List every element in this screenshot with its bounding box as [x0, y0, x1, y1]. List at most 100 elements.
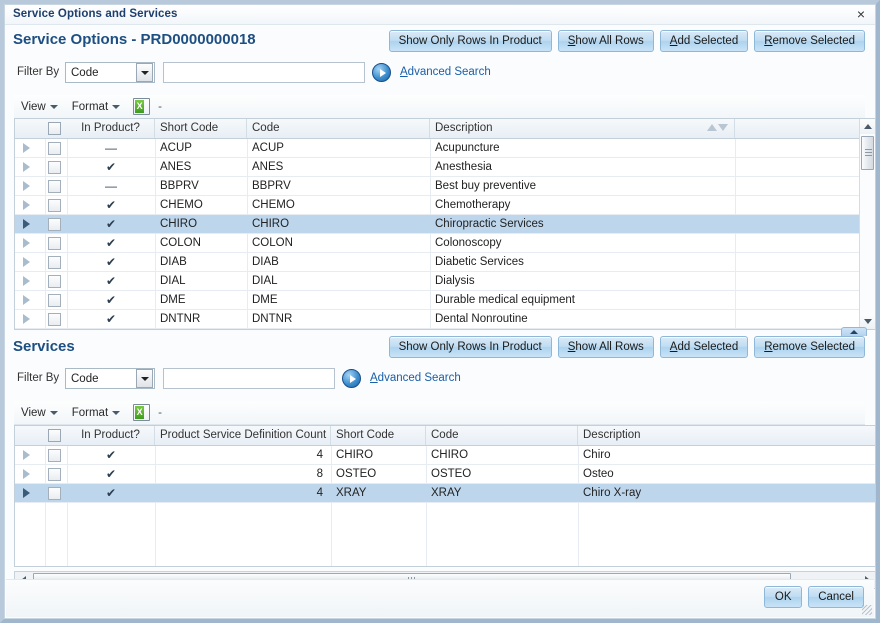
filter-search-input[interactable] — [163, 62, 365, 83]
cell-code: CHEMO — [252, 199, 295, 211]
row-expand-icon[interactable] — [23, 314, 30, 324]
row-expand-icon[interactable] — [23, 276, 30, 286]
select-all-checkbox[interactable] — [48, 122, 61, 135]
panel-collapse-toggle[interactable] — [841, 327, 867, 336]
table-row[interactable]: ✔ 4 XRAY XRAY Chiro X-ray — [15, 484, 875, 503]
table-row[interactable]: ✔ DIAL DIAL Dialysis — [15, 272, 875, 291]
row-select-checkbox[interactable] — [48, 468, 61, 481]
filter-by-select[interactable]: Code — [65, 368, 155, 389]
table-row[interactable]: ✔ CHIRO CHIRO Chiropractic Services — [15, 215, 875, 234]
cell-short-code: ANES — [160, 161, 192, 173]
column-header-description[interactable]: Description — [578, 426, 874, 445]
sort-descending-icon[interactable] — [718, 124, 728, 131]
table-row[interactable]: ✔ DNTNR DNTNR Dental Nonroutine — [15, 310, 875, 329]
row-expand-icon[interactable] — [23, 295, 30, 305]
sort-ascending-icon[interactable] — [707, 124, 717, 131]
row-expand-icon[interactable] — [23, 488, 30, 498]
row-expand-icon[interactable] — [23, 181, 30, 191]
row-select-checkbox[interactable] — [48, 256, 61, 269]
column-header-in-product[interactable]: In Product? — [67, 119, 155, 138]
row-select-checkbox[interactable] — [48, 313, 61, 326]
go-arrow-icon[interactable] — [342, 369, 361, 388]
cell-description: Best buy preventive — [435, 180, 537, 192]
service-options-grid-body[interactable]: — ACUP ACUP Acupuncture ✔ ANES ANES Anesthesia —… — [15, 139, 875, 329]
service-options-button-row: Show Only Rows In Product Show All Rows … — [388, 30, 865, 52]
row-expand-icon[interactable] — [23, 238, 30, 248]
ok-button[interactable]: OK — [764, 586, 803, 608]
row-select-checkbox[interactable] — [48, 161, 61, 174]
filter-by-label: Filter By — [17, 372, 60, 384]
table-row[interactable]: ✔ 4 CHIRO CHIRO Chiro — [15, 446, 875, 465]
select-all-checkbox[interactable] — [48, 429, 61, 442]
cell-description: Chemotherapy — [435, 199, 511, 211]
service-options-vertical-scrollbar[interactable] — [859, 119, 875, 329]
column-header-description[interactable]: Description — [430, 119, 735, 138]
view-menu-button[interactable]: View — [14, 405, 65, 421]
vertical-scroll-thumb[interactable] — [861, 136, 874, 170]
table-row[interactable]: ✔ DIAB DIAB Diabetic Services — [15, 253, 875, 272]
row-expand-icon[interactable] — [23, 257, 30, 267]
row-select-checkbox[interactable] — [48, 199, 61, 212]
cell-in-product: — — [105, 179, 117, 193]
remove-selected-button[interactable]: Remove Selected — [754, 30, 865, 52]
show-all-rows-button[interactable]: Show All Rows — [557, 30, 654, 52]
export-to-excel-icon[interactable] — [133, 98, 151, 115]
column-header-product-service-definition-count[interactable]: Product Service Definition Count — [155, 426, 331, 445]
service-options-dialog: Service Options and Services × Service O… — [0, 0, 880, 623]
row-expand-icon[interactable] — [23, 219, 30, 229]
row-expand-icon[interactable] — [23, 162, 30, 172]
row-expand-icon[interactable] — [23, 450, 30, 460]
table-row[interactable]: ✔ DME DME Durable medical equipment — [15, 291, 875, 310]
go-arrow-icon[interactable] — [372, 63, 391, 82]
show-only-rows-in-product-button[interactable]: Show Only Rows In Product — [388, 336, 552, 358]
resize-grip-icon[interactable] — [862, 605, 872, 615]
column-header-code[interactable]: Code — [426, 426, 578, 445]
cell-short-code: DIAB — [160, 256, 187, 268]
cell-in-product: ✔ — [105, 255, 117, 269]
add-selected-button[interactable]: Add Selected — [659, 336, 749, 358]
row-expand-icon[interactable] — [23, 200, 30, 210]
remove-selected-button[interactable]: Remove Selected — [754, 336, 865, 358]
dialog-titlebar: Service Options and Services × — [5, 5, 875, 25]
dialog-footer: OK Cancel — [6, 579, 874, 617]
format-menu-button[interactable]: Format — [65, 99, 127, 115]
column-header-short-code[interactable]: Short Code — [155, 119, 247, 138]
filter-by-select[interactable]: Code — [65, 62, 155, 83]
scroll-up-icon[interactable] — [860, 119, 875, 134]
table-row[interactable]: ✔ ANES ANES Anesthesia — [15, 158, 875, 177]
advanced-search-link[interactable]: Advanced Search — [400, 66, 491, 78]
show-all-rows-button[interactable]: Show All Rows — [557, 336, 654, 358]
cell-code: CHIRO — [431, 449, 469, 461]
sort-indicator[interactable] — [707, 124, 728, 131]
cell-count: 4 — [316, 487, 323, 499]
table-row[interactable]: — BBPRV BBPRV Best buy preventive — [15, 177, 875, 196]
show-only-rows-in-product-button[interactable]: Show Only Rows In Product — [388, 30, 552, 52]
row-select-checkbox[interactable] — [48, 180, 61, 193]
row-expand-icon[interactable] — [23, 143, 30, 153]
cancel-button[interactable]: Cancel — [808, 586, 864, 608]
view-menu-button[interactable]: View — [14, 99, 65, 115]
row-select-checkbox[interactable] — [48, 142, 61, 155]
services-filter-bar: Filter By Code Advanced Search — [17, 368, 865, 392]
row-select-checkbox[interactable] — [48, 294, 61, 307]
column-header-in-product[interactable]: In Product? — [67, 426, 155, 445]
column-header-code[interactable]: Code — [247, 119, 430, 138]
row-select-checkbox[interactable] — [48, 218, 61, 231]
row-select-checkbox[interactable] — [48, 487, 61, 500]
table-row[interactable]: ✔ 8 OSTEO OSTEO Osteo — [15, 465, 875, 484]
export-to-excel-icon[interactable] — [133, 404, 151, 421]
filter-search-input[interactable] — [163, 368, 335, 389]
table-row[interactable]: — ACUP ACUP Acupuncture — [15, 139, 875, 158]
table-row[interactable]: ✔ CHEMO CHEMO Chemotherapy — [15, 196, 875, 215]
row-select-checkbox[interactable] — [48, 449, 61, 462]
advanced-search-link[interactable]: Advanced Search — [370, 372, 461, 384]
add-selected-button[interactable]: Add Selected — [659, 30, 749, 52]
close-icon[interactable]: × — [853, 6, 869, 22]
row-select-checkbox[interactable] — [48, 237, 61, 250]
table-row[interactable]: ✔ COLON COLON Colonoscopy — [15, 234, 875, 253]
column-header-short-code[interactable]: Short Code — [331, 426, 426, 445]
services-grid-body[interactable]: ✔ 4 CHIRO CHIRO Chiro ✔ 8 OSTEO OSTEO Osteo ✔ 4 XRAY… — [15, 446, 875, 566]
row-expand-icon[interactable] — [23, 469, 30, 479]
row-select-checkbox[interactable] — [48, 275, 61, 288]
format-menu-button[interactable]: Format — [65, 405, 127, 421]
